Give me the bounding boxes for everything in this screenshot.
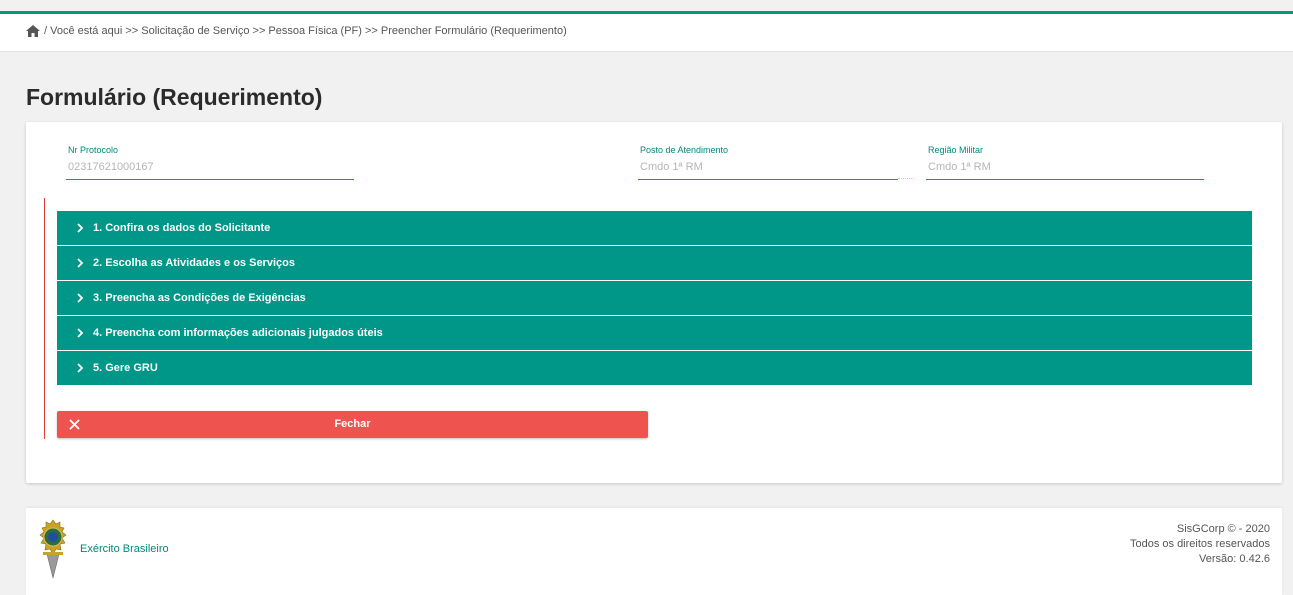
protocolo-underline	[66, 179, 354, 180]
footer-info: SisGCorp © - 2020 Todos os direitos rese…	[1130, 522, 1270, 567]
regiao-underline	[926, 179, 1204, 180]
protocolo-label: Nr Protocolo	[68, 145, 119, 155]
panel-informacoes[interactable]: 4. Preencha com informações adicionais j…	[57, 316, 1252, 350]
regiao-label: Região Militar	[928, 145, 984, 155]
panel-label: 5. Gere GRU	[93, 362, 158, 374]
page-title: Formulário (Requerimento)	[26, 84, 323, 110]
copyright-text: SisGCorp © - 2020	[1176, 523, 1270, 535]
breadcrumb-text: / Você está aqui >> Solicitação de Servi…	[44, 25, 567, 37]
footer: Exército Brasileiro SisGCorp © - 2020 To…	[26, 508, 1282, 595]
close-button[interactable]: Fechar	[57, 411, 648, 438]
chevron-right-icon	[77, 328, 84, 338]
posto-dotted-line	[898, 177, 914, 179]
panel-solicitante[interactable]: 1. Confira os dados do Solicitante	[57, 211, 1252, 245]
panel-label: 4. Preencha com informações adicionais j…	[93, 327, 383, 339]
army-emblem-icon	[39, 519, 67, 579]
form-card: Nr Protocolo 02317621000167 Posto de Ate…	[26, 122, 1282, 483]
posto-value: Cmdo 1ª RM	[640, 161, 703, 173]
breadcrumb-bar: / Você está aqui >> Solicitação de Servi…	[0, 14, 1293, 52]
close-button-label: Fechar	[334, 418, 371, 430]
chevron-right-icon	[77, 363, 84, 373]
panel-exigencias[interactable]: 3. Preencha as Condições de Exigências	[57, 281, 1252, 315]
regiao-value: Cmdo 1ª RM	[928, 161, 991, 173]
posto-label: Posto de Atendimento	[640, 145, 729, 155]
posto-underline	[638, 179, 898, 180]
panel-label: 1. Confira os dados do Solicitante	[93, 222, 271, 234]
home-icon[interactable]	[26, 25, 40, 37]
org-name-link[interactable]: Exército Brasileiro	[80, 543, 169, 555]
chevron-right-icon	[77, 223, 84, 233]
panel-atividades[interactable]: 2. Escolha as Atividades e os Serviços	[57, 246, 1252, 280]
panel-gru[interactable]: 5. Gere GRU	[57, 351, 1252, 385]
validation-rule	[44, 198, 45, 439]
version-text: Versão: 0.42.6	[1199, 553, 1270, 565]
protocolo-value: 02317621000167	[68, 161, 154, 173]
panel-label: 3. Preencha as Condições de Exigências	[93, 292, 306, 304]
panel-label: 2. Escolha as Atividades e os Serviços	[93, 257, 295, 269]
breadcrumb: / Você está aqui >> Solicitação de Servi…	[26, 25, 567, 37]
rights-text: Todos os direitos reservados	[1129, 538, 1270, 550]
chevron-right-icon	[77, 293, 84, 303]
chevron-right-icon	[77, 258, 84, 268]
